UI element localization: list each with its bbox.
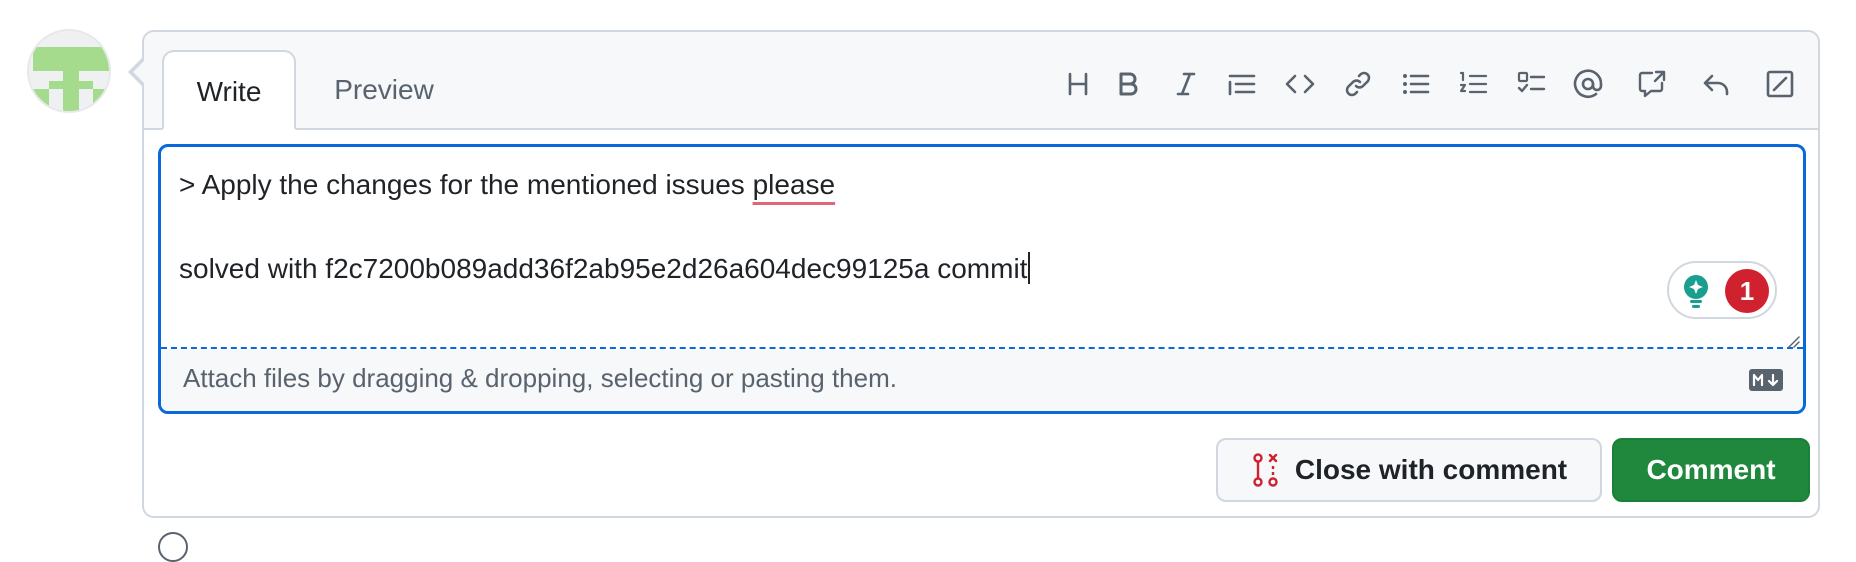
close-with-comment-label: Close with comment <box>1294 454 1568 485</box>
heading-icon[interactable] <box>1054 60 1102 108</box>
comment-pointer-inner <box>133 60 145 84</box>
comment-button[interactable]: Comment <box>1612 438 1810 502</box>
task-list-icon[interactable] <box>1508 60 1556 108</box>
fullscreen-icon[interactable] <box>1756 60 1804 108</box>
misspelled-word[interactable]: please <box>753 169 836 200</box>
saved-replies-icon[interactable] <box>1692 60 1740 108</box>
editor-header: Write Preview <box>144 32 1818 130</box>
mention-icon[interactable] <box>1564 60 1612 108</box>
writing-assistant-widget[interactable]: 1 <box>1667 261 1777 319</box>
link-icon[interactable] <box>1334 60 1382 108</box>
code-icon[interactable] <box>1276 60 1324 108</box>
cross-reference-icon[interactable] <box>1628 60 1676 108</box>
tab-write[interactable]: Write <box>162 50 296 130</box>
bold-icon[interactable] <box>1104 60 1152 108</box>
attach-files-text: Attach files by dragging & dropping, sel… <box>183 363 897 393</box>
markdown-icon[interactable] <box>1749 369 1783 391</box>
timeline-icon <box>158 532 188 562</box>
tab-preview[interactable]: Preview <box>314 50 454 130</box>
text-caret <box>1028 252 1031 284</box>
issue-count-badge: 1 <box>1725 269 1769 313</box>
commit-text: solved with f2c7200b089add36f2ab95e2d26a… <box>179 253 1028 284</box>
comment-textarea[interactable]: > Apply the changes for the mentioned is… <box>161 147 1803 347</box>
unordered-list-icon[interactable] <box>1392 60 1440 108</box>
quote-icon[interactable] <box>1218 60 1266 108</box>
avatar[interactable] <box>27 29 111 113</box>
editor-line-1: > Apply the changes for the mentioned is… <box>179 169 835 201</box>
ordered-list-icon[interactable] <box>1450 60 1498 108</box>
issue-closed-icon <box>1253 453 1278 487</box>
close-with-comment-button[interactable]: Close with comment <box>1216 438 1602 502</box>
quote-text: > Apply the changes for the mentioned is… <box>179 169 753 200</box>
italic-icon[interactable] <box>1162 60 1210 108</box>
identicon-icon <box>29 31 109 111</box>
comment-editor[interactable]: > Apply the changes for the mentioned is… <box>158 144 1806 414</box>
attach-files-area[interactable]: Attach files by dragging & dropping, sel… <box>161 349 1803 411</box>
editor-line-2: solved with f2c7200b089add36f2ab95e2d26a… <box>179 252 1031 285</box>
lightbulb-icon <box>1684 275 1708 308</box>
